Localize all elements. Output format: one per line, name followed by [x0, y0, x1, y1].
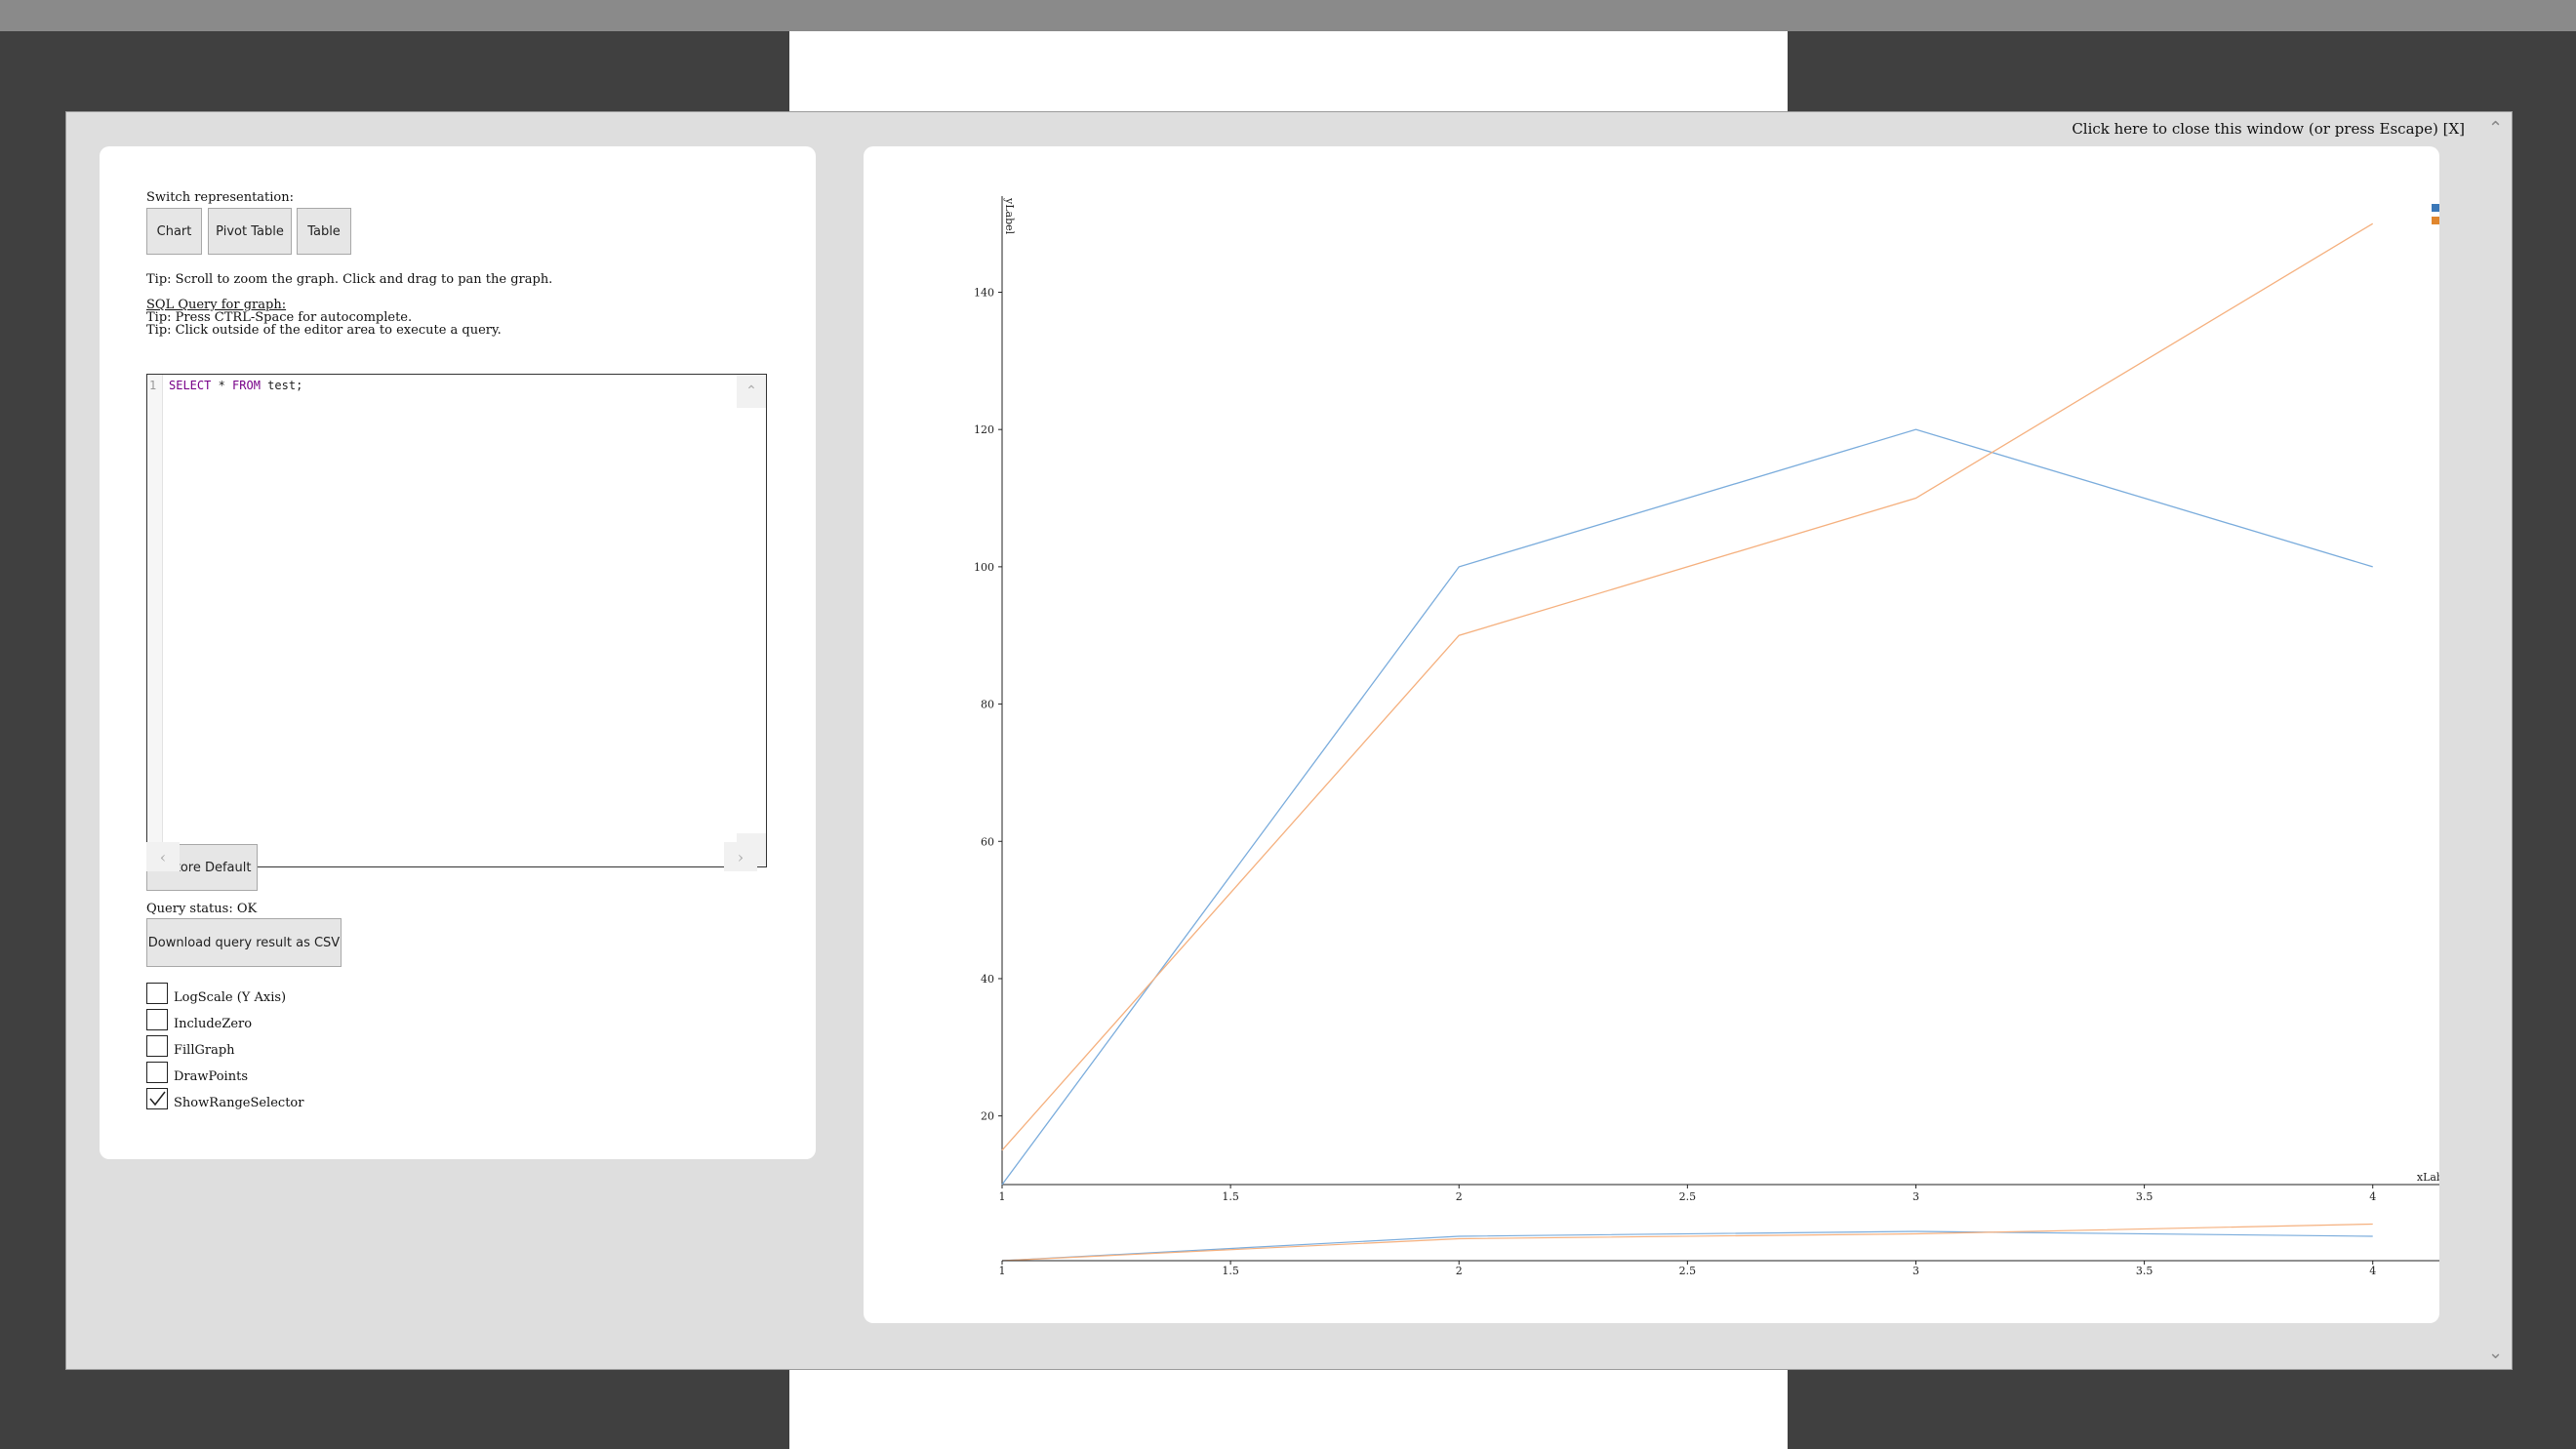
checkbox-label: IncludeZero	[174, 1016, 253, 1031]
range-tick-label: 2	[1456, 1265, 1463, 1277]
range-tick-label: 3	[1912, 1265, 1919, 1277]
browser-top-bar	[0, 0, 2576, 31]
checkbox-box[interactable]	[146, 1088, 168, 1109]
editor-vertical-scrollbar[interactable]: ⌃ ⌄	[737, 375, 766, 866]
checkbox-box[interactable]	[146, 983, 168, 1004]
y-tick-label: 80	[981, 699, 994, 711]
checkbox-box[interactable]	[146, 1035, 168, 1057]
range-tick-label: 1	[999, 1265, 1006, 1277]
x-tick-label: 3.5	[2136, 1190, 2153, 1203]
close-window-link[interactable]: Click here to close this window (or pres…	[2072, 120, 2465, 138]
checkbox-label: FillGraph	[174, 1042, 235, 1058]
query-control-panel: Switch representation: Chart Pivot Table…	[100, 146, 816, 1159]
sql-keyword-select: SELECT	[169, 379, 212, 392]
y-tick-label: 60	[981, 835, 994, 848]
chart-modal-window: Click here to close this window (or pres…	[65, 111, 2513, 1370]
zoom-tip: Tip: Scroll to zoom the graph. Click and…	[146, 272, 553, 287]
editor-scroll-up-icon[interactable]: ⌃	[737, 375, 766, 408]
x-tick-label: 2	[1456, 1190, 1463, 1203]
scroll-up-icon[interactable]: ⌃	[2488, 118, 2503, 139]
checkbox-label: LogScale (Y Axis)	[174, 989, 287, 1005]
checkbox-fillgraph[interactable]: FillGraph	[146, 1033, 235, 1059]
sql-code-line[interactable]: SELECT * FROM test;	[169, 379, 302, 392]
range-tick-label: 4	[2369, 1265, 2376, 1277]
checkmark-icon	[149, 1091, 166, 1107]
download-csv-button[interactable]: Download query result as CSV	[146, 918, 342, 967]
series-line-c	[1001, 222, 2374, 1151]
background-page-bottom	[789, 1368, 1788, 1449]
sql-keyword-from: FROM	[232, 379, 261, 392]
checkbox-logscale[interactable]: LogScale (Y Axis)	[146, 981, 286, 1006]
legend-swatch-c	[2432, 217, 2439, 224]
range-tick-label: 1.5	[1222, 1265, 1239, 1277]
editor-horizontal-scrollbar[interactable]: ‹ ›	[146, 842, 757, 871]
checkbox-label: DrawPoints	[174, 1068, 248, 1084]
sql-editor[interactable]: 1 SELECT * FROM test; ⌃ ⌄	[146, 374, 767, 867]
y-tick-label: 40	[981, 973, 994, 986]
background-page-top	[789, 31, 1788, 111]
x-tick-label: 3	[1912, 1190, 1919, 1203]
y-tick-label: 100	[974, 561, 994, 574]
pivot-table-button[interactable]: Pivot Table	[208, 208, 292, 255]
execute-tip: Tip: Click outside of the editor area to…	[146, 323, 502, 338]
checkbox-includezero[interactable]: IncludeZero	[146, 1007, 252, 1032]
checkbox-label: ShowRangeSelector	[174, 1095, 304, 1110]
scroll-down-icon[interactable]: ⌄	[2488, 1343, 2503, 1363]
checkbox-box[interactable]	[146, 1062, 168, 1083]
y-axis-label: yLabel	[1003, 197, 1016, 235]
query-status: Query status: OK	[146, 902, 258, 916]
x-tick-label: 1	[999, 1190, 1006, 1203]
range-tick-label: 2.5	[1679, 1265, 1697, 1277]
chart-button[interactable]: Chart	[146, 208, 202, 255]
y-tick-label: 140	[974, 286, 994, 299]
checkbox-showrangeselector[interactable]: ShowRangeSelector	[146, 1086, 303, 1111]
line-chart[interactable]: 20 40 60 80 100 120 140 1 1.5 2 2.5 3 3.5 4 xLabel yLab…	[864, 146, 2439, 1323]
table-button[interactable]: Table	[297, 208, 351, 255]
line-number: 1	[149, 379, 157, 392]
sql-table-name: test;	[260, 379, 303, 392]
x-tick-label: 1.5	[1222, 1190, 1239, 1203]
y-tick-label: 120	[974, 423, 994, 436]
y-tick-label: 20	[981, 1110, 994, 1123]
modal-scrollbar[interactable]: ⌃ ⌄	[2482, 112, 2512, 1369]
chart-panel: 20 40 60 80 100 120 140 1 1.5 2 2.5 3 3.5 4 xLabel yLab…	[864, 146, 2439, 1323]
series-line-b	[1001, 428, 2373, 1186]
sql-star: *	[211, 379, 233, 392]
editor-scroll-right-icon[interactable]: ›	[724, 842, 757, 871]
checkbox-drawpoints[interactable]: DrawPoints	[146, 1060, 248, 1085]
x-tick-label: 4	[2369, 1190, 2376, 1203]
range-selector-line-c	[1001, 1223, 2373, 1262]
editor-gutter: 1	[147, 375, 163, 866]
legend-swatch-b	[2432, 204, 2439, 212]
x-tick-label: 2.5	[1679, 1190, 1697, 1203]
range-tick-label: 3.5	[2136, 1265, 2153, 1277]
editor-scroll-left-icon[interactable]: ‹	[146, 842, 180, 871]
checkbox-box[interactable]	[146, 1009, 168, 1030]
x-axis-label: xLabel	[2417, 1171, 2439, 1184]
switch-representation-label: Switch representation:	[146, 190, 295, 205]
